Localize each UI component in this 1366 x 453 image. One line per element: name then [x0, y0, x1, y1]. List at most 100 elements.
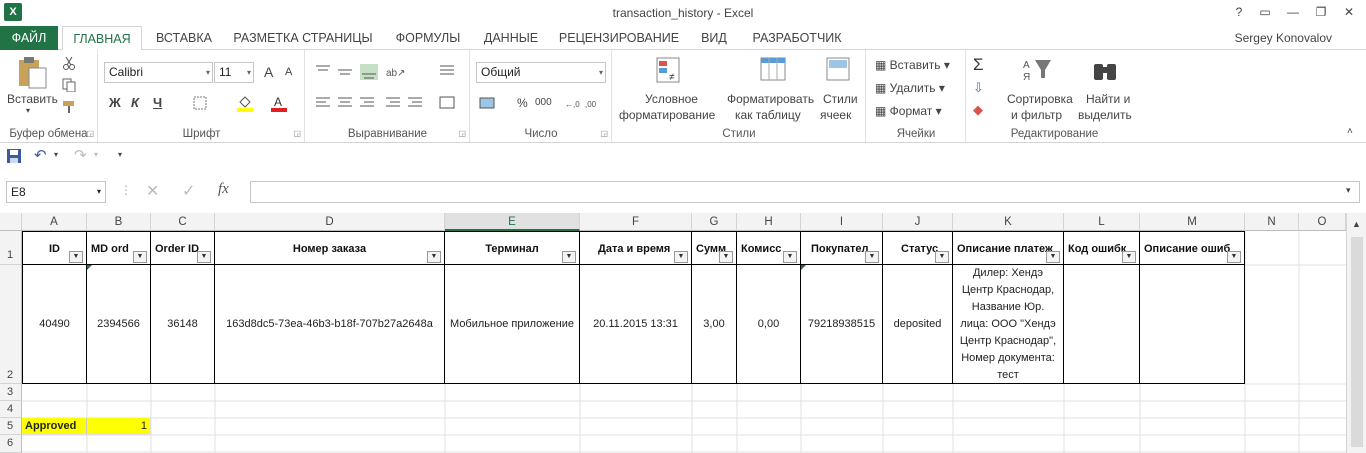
undo-icon[interactable]: ↶	[34, 146, 47, 164]
row-header-3[interactable]: 3	[0, 384, 22, 401]
header-cell-commission[interactable]: Комисс ▼	[737, 231, 801, 265]
shrink-font-button[interactable]: A	[285, 66, 292, 78]
filter-icon[interactable]: ▼	[935, 251, 949, 263]
tab-formulas[interactable]: ФОРМУЛЫ	[386, 26, 470, 50]
header-cell-payment-description[interactable]: Описание платеж ▼	[953, 231, 1064, 265]
tab-developer[interactable]: РАЗРАБОТЧИК	[744, 26, 850, 50]
conditional-formatting-line2[interactable]: форматирование	[619, 108, 715, 122]
formula-input[interactable]	[250, 181, 1360, 203]
filter-icon[interactable]: ▼	[674, 251, 688, 263]
filter-icon[interactable]: ▼	[1046, 251, 1060, 263]
close-icon[interactable]: ✕	[1338, 3, 1360, 21]
find-select-line1[interactable]: Найти и	[1086, 92, 1130, 106]
save-icon[interactable]	[6, 148, 22, 164]
col-header-b[interactable]: B	[87, 213, 151, 231]
enter-icon[interactable]: ✓	[182, 181, 195, 201]
col-header-m[interactable]: M	[1140, 213, 1245, 231]
sum-icon[interactable]: Σ	[973, 55, 984, 75]
format-cells-button[interactable]: ▦ Формат ▾	[875, 104, 942, 118]
cut-icon[interactable]	[62, 56, 76, 70]
help-button[interactable]: ?	[1228, 3, 1250, 21]
data-cell-id[interactable]: 40490	[22, 265, 87, 384]
row-header-5[interactable]: 5	[0, 418, 22, 435]
col-header-g[interactable]: G	[692, 213, 737, 231]
paste-icon[interactable]	[16, 56, 48, 90]
clipboard-launcher-icon[interactable]: ◲	[86, 129, 94, 138]
row-header-4[interactable]: 4	[0, 401, 22, 418]
number-launcher-icon[interactable]: ◲	[600, 129, 608, 138]
col-header-e[interactable]: E	[445, 213, 580, 231]
italic-button[interactable]: К	[131, 95, 139, 110]
tab-data[interactable]: ДАННЫЕ	[476, 26, 546, 50]
paste-button[interactable]: Вставить	[7, 92, 58, 106]
fill-down-icon[interactable]: ⇩	[973, 80, 984, 96]
format-as-table-icon[interactable]	[759, 56, 789, 86]
header-cell-error-description[interactable]: Описание ошиб ▼	[1140, 231, 1245, 265]
thousands-separator-button[interactable]: 000	[535, 97, 552, 108]
undo-dropdown-icon[interactable]: ▾	[54, 150, 58, 159]
header-cell-buyer[interactable]: Покупател ▼	[801, 231, 883, 265]
ribbon-display-options-icon[interactable]: ▭	[1254, 3, 1276, 21]
tab-file[interactable]: ФАЙЛ	[0, 26, 58, 50]
format-as-table-line1[interactable]: Форматировать	[727, 92, 814, 106]
font-size-select[interactable]: 11 ▾	[214, 62, 254, 83]
find-icon[interactable]	[1091, 56, 1121, 86]
accounting-format-icon[interactable]	[479, 96, 499, 110]
format-painter-icon[interactable]	[62, 100, 78, 114]
filter-icon[interactable]: ▼	[1122, 251, 1136, 263]
percent-button[interactable]: %	[517, 96, 528, 110]
col-header-f[interactable]: F	[580, 213, 692, 231]
sort-filter-icon[interactable]: АЯ	[1021, 56, 1057, 86]
header-cell-terminal[interactable]: Терминал ▼	[445, 231, 580, 265]
copy-icon[interactable]	[62, 78, 76, 92]
conditional-formatting-line1[interactable]: Условное	[645, 92, 698, 106]
header-cell-md-order[interactable]: MD ord ▼	[87, 231, 151, 265]
col-header-n[interactable]: N	[1245, 213, 1299, 231]
delete-cells-button[interactable]: ▦ Удалить ▾	[875, 81, 945, 95]
data-cell-error-code[interactable]	[1064, 265, 1140, 384]
data-cell-datetime[interactable]: 20.11.2015 13:31	[580, 265, 692, 384]
tab-view[interactable]: ВИД	[692, 26, 736, 50]
data-cell-commission[interactable]: 0,00	[737, 265, 801, 384]
redo-dropdown-icon[interactable]: ▾	[94, 150, 98, 159]
scroll-up-icon[interactable]: ▲	[1352, 219, 1361, 229]
format-as-table-line2[interactable]: как таблицу	[735, 108, 801, 122]
number-format-select[interactable]: Общий ▾	[476, 62, 606, 83]
tab-home[interactable]: ГЛАВНАЯ	[62, 26, 142, 51]
col-header-k[interactable]: K	[953, 213, 1064, 231]
header-cell-order-id[interactable]: Order ID ▼	[151, 231, 215, 265]
filter-icon[interactable]: ▼	[197, 251, 211, 263]
filter-icon[interactable]: ▼	[865, 251, 879, 263]
font-color-icon[interactable]: A	[271, 94, 287, 112]
row-header-6[interactable]: 6	[0, 435, 22, 453]
select-all-corner[interactable]	[0, 213, 22, 231]
col-header-l[interactable]: L	[1064, 213, 1140, 231]
font-launcher-icon[interactable]: ◲	[293, 129, 301, 138]
approved-label-cell[interactable]: Approved	[22, 418, 87, 435]
cell-styles-line1[interactable]: Стили	[823, 92, 858, 106]
user-name[interactable]: Sergey Konovalov	[1235, 31, 1332, 45]
name-box[interactable]: E8 ▾	[6, 181, 106, 203]
conditional-formatting-icon[interactable]: ≠	[655, 56, 683, 86]
cell-styles-icon[interactable]	[825, 56, 855, 86]
grow-font-button[interactable]: A	[264, 64, 273, 80]
vertical-align-icons[interactable]: ab↗	[316, 64, 466, 80]
col-header-o[interactable]: O	[1299, 213, 1346, 231]
cell-styles-line2[interactable]: ячеек	[820, 108, 851, 122]
customize-qat-icon[interactable]: ▾	[118, 150, 122, 159]
row-header-2[interactable]: 2	[0, 265, 22, 384]
filter-icon[interactable]: ▼	[562, 251, 576, 263]
data-cell-buyer[interactable]: 79218938515	[801, 265, 883, 384]
sort-filter-line2[interactable]: и фильтр	[1011, 108, 1062, 122]
find-select-line2[interactable]: выделить	[1078, 108, 1132, 122]
header-cell-amount[interactable]: Сумм ▼	[692, 231, 737, 265]
vertical-scrollbar[interactable]: ▲	[1346, 213, 1366, 453]
filter-icon[interactable]: ▼	[427, 251, 441, 263]
header-cell-error-code[interactable]: Код ошибк ▼	[1064, 231, 1140, 265]
row-header-1[interactable]: 1	[0, 231, 22, 265]
horizontal-align-icons[interactable]	[316, 96, 466, 110]
sort-filter-line1[interactable]: Сортировка	[1007, 92, 1073, 106]
expand-formula-bar-icon[interactable]: ▾	[1346, 185, 1351, 196]
data-cell-error-description[interactable]	[1140, 265, 1245, 384]
filter-icon[interactable]: ▼	[69, 251, 83, 263]
